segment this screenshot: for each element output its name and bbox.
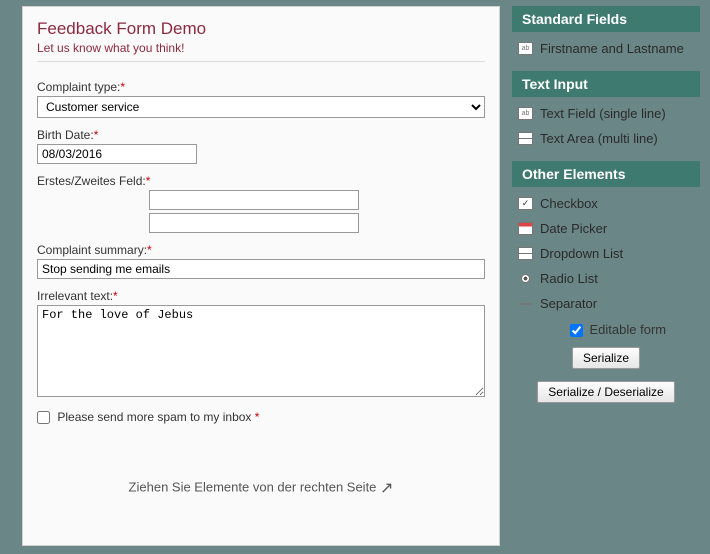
sidebar-item-label: Checkbox [540, 196, 598, 211]
double-field-input-2[interactable] [149, 213, 359, 233]
textarea-icon [518, 132, 533, 145]
drop-hint: Ziehen Sie Elemente von der rechten Seit… [37, 478, 485, 498]
serialize-button[interactable]: Serialize [572, 347, 640, 369]
complaint-type-label: Complaint type:* [37, 80, 485, 94]
sidebar-item-label: Text Area (multi line) [540, 131, 658, 146]
radio-icon [518, 272, 533, 285]
other-elements-header: Other Elements [512, 161, 700, 187]
sidebar-item-label: Text Field (single line) [540, 106, 666, 121]
standard-fields-header: Standard Fields [512, 6, 700, 32]
sidebar-item-date-picker[interactable]: Date Picker [512, 216, 700, 241]
birth-date-input[interactable] [37, 144, 197, 164]
sidebar-item-label: Separator [540, 296, 597, 311]
editable-label: Editable form [590, 322, 667, 337]
irrelevant-label: Irrelevant text:* [37, 289, 485, 303]
spam-check-label: Please send more spam to my inbox [57, 410, 251, 424]
double-field: Erstes/Zweites Feld:* [37, 174, 485, 233]
arrow-icon: ↗ [380, 480, 393, 497]
separator-icon [518, 297, 533, 310]
textfield-icon: ab [518, 42, 533, 55]
double-field-label: Erstes/Zweites Feld:* [37, 174, 485, 188]
sidebar-item-label: Radio List [540, 271, 598, 286]
editable-checkbox[interactable] [570, 324, 583, 337]
sidebar-item-checkbox[interactable]: ✓ Checkbox [512, 191, 700, 216]
sidebar-item-label: Date Picker [540, 221, 607, 236]
spam-checkbox[interactable] [37, 411, 50, 424]
sidebar-item-text-area[interactable]: Text Area (multi line) [512, 126, 700, 151]
birth-date-field: Birth Date:* [37, 128, 485, 164]
dropdown-icon [518, 247, 533, 260]
sidebar-item-label: Dropdown List [540, 246, 623, 261]
checkbox-icon: ✓ [518, 197, 533, 210]
form-subtitle: Let us know what you think! [37, 41, 485, 62]
form-panel: Feedback Form Demo Let us know what you … [22, 6, 500, 546]
complaint-type-field: Complaint type:* Customer service [37, 80, 485, 118]
datepicker-icon [518, 222, 533, 235]
editable-form-row: Editable form [512, 316, 700, 343]
sidebar-item-firstname-lastname[interactable]: ab Firstname and Lastname [512, 36, 700, 61]
sidebar-item-dropdown[interactable]: Dropdown List [512, 241, 700, 266]
double-field-input-1[interactable] [149, 190, 359, 210]
form-title: Feedback Form Demo [37, 19, 485, 39]
sidebar-item-radio[interactable]: Radio List [512, 266, 700, 291]
sidebar: Standard Fields ab Firstname and Lastnam… [512, 6, 700, 546]
summary-field: Complaint summary:* [37, 243, 485, 279]
sidebar-item-label: Firstname and Lastname [540, 41, 684, 56]
irrelevant-textarea[interactable]: For the love of Jebus [37, 305, 485, 397]
sidebar-item-separator[interactable]: Separator [512, 291, 700, 316]
complaint-type-select[interactable]: Customer service [37, 96, 485, 118]
spam-check-row: Please send more spam to my inbox * [37, 410, 485, 424]
sidebar-item-text-field[interactable]: ab Text Field (single line) [512, 101, 700, 126]
serialize-deserialize-button[interactable]: Serialize / Deserialize [537, 381, 674, 403]
birth-date-label: Birth Date:* [37, 128, 485, 142]
text-input-header: Text Input [512, 71, 700, 97]
irrelevant-field: Irrelevant text:* For the love of Jebus [37, 289, 485, 400]
summary-input[interactable] [37, 259, 485, 279]
summary-label: Complaint summary:* [37, 243, 485, 257]
textfield-icon: ab [518, 107, 533, 120]
